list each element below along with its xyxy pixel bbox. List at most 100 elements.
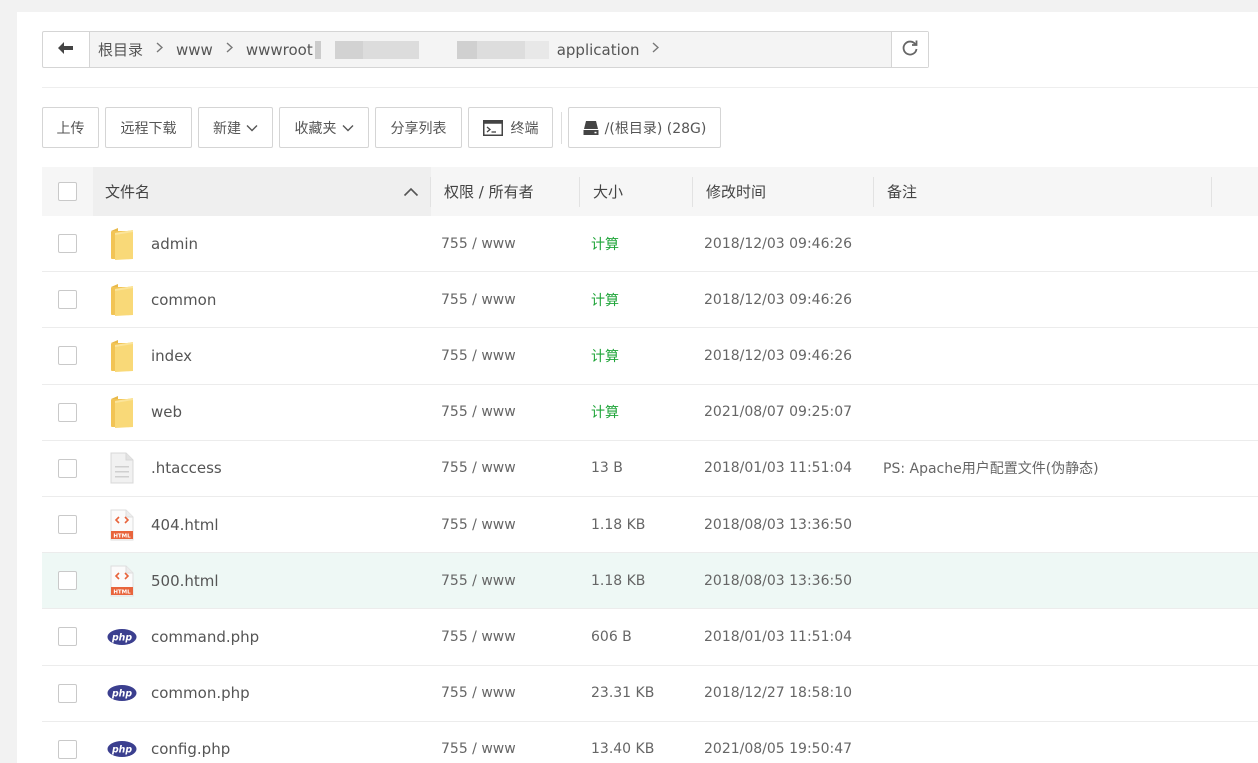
file-manager-panel: 根目录 www wwwroot application 上传 远程下载 新建 收… (17, 12, 1258, 763)
arrow-left-icon (58, 41, 74, 58)
permission-cell[interactable]: 755 / www (431, 666, 580, 721)
column-header-modified[interactable]: 修改时间 (693, 167, 874, 216)
row-checkbox[interactable] (58, 402, 77, 422)
table-row[interactable]: common 755 / www 计算 2018/12/03 09:46:26 (42, 272, 1258, 329)
favorites-button[interactable]: 收藏夹 (279, 107, 369, 148)
note-cell[interactable]: PS: Apache用户配置文件(伪静态) (874, 441, 1258, 496)
table-row[interactable]: php common.php 755 / www 23.31 KB 2018/1… (42, 666, 1258, 722)
file-name[interactable]: common.php (151, 684, 250, 702)
row-select-cell (42, 441, 93, 496)
note-cell[interactable] (874, 553, 1258, 608)
row-select-cell (42, 722, 93, 763)
row-checkbox[interactable] (58, 627, 77, 647)
folder-icon (107, 282, 137, 318)
new-button[interactable]: 新建 (198, 107, 273, 148)
row-checkbox[interactable] (58, 346, 77, 366)
row-checkbox[interactable] (58, 290, 77, 310)
file-name[interactable]: command.php (151, 628, 259, 646)
table-row[interactable]: php config.php 755 / www 13.40 KB 2021/0… (42, 722, 1258, 763)
table-row[interactable]: php command.php 755 / www 606 B 2018/01/… (42, 609, 1258, 666)
row-checkbox[interactable] (58, 515, 77, 535)
breadcrumb-item-application[interactable]: application (557, 41, 673, 59)
permission-cell[interactable]: 755 / www (431, 553, 580, 608)
back-button[interactable] (43, 32, 90, 67)
note-cell[interactable] (874, 385, 1258, 440)
share-list-button[interactable]: 分享列表 (375, 107, 462, 148)
note-cell[interactable] (874, 328, 1258, 383)
calculate-size-link[interactable]: 计算 (580, 385, 693, 440)
permission-cell[interactable]: 755 / www (431, 722, 580, 763)
redacted-path (314, 40, 555, 60)
favorites-label: 收藏夹 (294, 120, 337, 137)
calculate-size-link[interactable]: 计算 (580, 328, 693, 383)
select-all-checkbox[interactable] (58, 182, 77, 201)
file-name[interactable]: common (151, 291, 216, 309)
row-checkbox[interactable] (58, 739, 77, 759)
upload-label: 上传 (56, 120, 85, 137)
column-label: 权限 / 所有者 (444, 183, 534, 201)
breadcrumb-item-www[interactable]: www (176, 41, 246, 59)
permission-cell[interactable]: 755 / www (431, 385, 580, 440)
file-name[interactable]: .htaccess (151, 459, 222, 477)
file-name[interactable]: 404.html (151, 516, 219, 534)
php-file-icon: php (107, 619, 137, 655)
row-checkbox[interactable] (58, 458, 77, 478)
table-row[interactable]: admin 755 / www 计算 2018/12/03 09:46:26 (42, 216, 1258, 273)
column-label: 备注 (887, 183, 918, 201)
breadcrumb-item-wwwroot[interactable]: wwwroot (246, 41, 313, 59)
disk-button[interactable]: /(根目录) (28G) (568, 107, 721, 148)
note-cell[interactable] (874, 272, 1258, 327)
breadcrumb-label: 根目录 (98, 41, 144, 59)
row-checkbox[interactable] (58, 234, 77, 254)
breadcrumb: 根目录 www wwwroot application (90, 32, 891, 67)
row-checkbox[interactable] (58, 571, 77, 591)
chevron-down-icon (246, 124, 258, 132)
note-cell[interactable] (874, 497, 1258, 552)
permission-cell[interactable]: 755 / www (431, 328, 580, 383)
row-select-cell (42, 497, 93, 552)
file-name[interactable]: index (151, 347, 192, 365)
row-select-cell (42, 272, 93, 327)
column-header-size[interactable]: 大小 (580, 167, 693, 216)
note-cell[interactable] (874, 722, 1258, 763)
chevron-right-icon (156, 42, 164, 57)
row-select-cell (42, 328, 93, 383)
remote-download-button[interactable]: 远程下载 (105, 107, 192, 148)
table-row[interactable]: HTML 500.html 755 / www 1.18 KB 2018/08/… (42, 553, 1258, 610)
calculate-size-link[interactable]: 计算 (580, 216, 693, 271)
upload-button[interactable]: 上传 (42, 107, 99, 148)
table-row[interactable]: .htaccess 755 / www 13 B 2018/01/03 11:5… (42, 441, 1258, 497)
refresh-button[interactable] (891, 32, 928, 67)
note-cell[interactable] (874, 666, 1258, 721)
column-header-permission[interactable]: 权限 / 所有者 (431, 167, 580, 216)
file-name[interactable]: web (151, 403, 182, 421)
toolbar-divider (561, 111, 562, 144)
calculate-size-link[interactable]: 计算 (580, 272, 693, 327)
html-file-icon: HTML (107, 563, 137, 599)
terminal-button[interactable]: 终端 (468, 107, 553, 148)
header-select-all (42, 167, 93, 216)
file-name[interactable]: 500.html (151, 572, 219, 590)
breadcrumb-item-root[interactable]: 根目录 (98, 39, 176, 60)
chevron-down-icon (342, 124, 354, 132)
file-name[interactable]: config.php (151, 740, 230, 758)
permission-cell[interactable]: 755 / www (431, 216, 580, 271)
file-table: 文件名 权限 / 所有者 大小 修改时间 备注 admin 755 / www … (42, 167, 1258, 763)
table-row[interactable]: index 755 / www 计算 2018/12/03 09:46:26 (42, 328, 1258, 385)
permission-cell[interactable]: 755 / www (431, 609, 580, 664)
table-row[interactable]: web 755 / www 计算 2021/08/07 09:25:07 (42, 385, 1258, 441)
file-name[interactable]: admin (151, 235, 198, 253)
column-header-note[interactable]: 备注 (874, 167, 1212, 216)
refresh-icon (901, 39, 919, 61)
name-cell: admin (93, 216, 431, 271)
row-checkbox[interactable] (58, 683, 77, 703)
name-cell: .htaccess (93, 441, 431, 496)
permission-cell[interactable]: 755 / www (431, 497, 580, 552)
note-cell[interactable] (874, 216, 1258, 271)
column-header-name[interactable]: 文件名 (93, 167, 431, 216)
note-cell[interactable] (874, 609, 1258, 664)
table-row[interactable]: HTML 404.html 755 / www 1.18 KB 2018/08/… (42, 497, 1258, 554)
modified-cell: 2018/12/03 09:46:26 (704, 235, 853, 252)
permission-cell[interactable]: 755 / www (431, 441, 580, 496)
permission-cell[interactable]: 755 / www (431, 272, 580, 327)
